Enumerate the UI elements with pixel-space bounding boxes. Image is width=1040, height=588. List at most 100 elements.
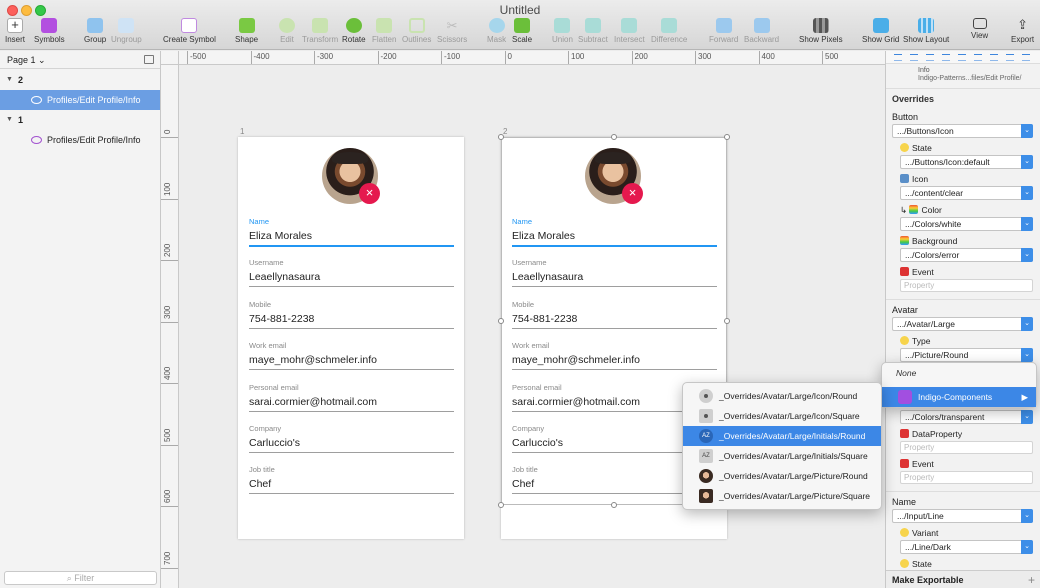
align-right-icon[interactable]	[926, 54, 934, 61]
align-top-icon[interactable]	[958, 54, 966, 61]
event-property-input[interactable]: Property	[900, 471, 1033, 484]
layer-symbol-instance[interactable]: Profiles/Edit Profile/Info	[0, 130, 160, 150]
form-field[interactable]: Job title Chef	[249, 465, 454, 495]
intersect-button[interactable]: Intersect	[614, 18, 645, 44]
menu-item-icon-square[interactable]: _Overrides/Avatar/Large/Icon/Square	[683, 406, 881, 426]
type-select[interactable]: .../Picture/Round ⌄	[900, 348, 1033, 362]
form-field[interactable]: Work email maye_mohr@schmeler.info	[512, 341, 717, 371]
page-selector[interactable]: Page 1 ⌄	[0, 51, 160, 69]
layer-filter-input[interactable]: ⌕ Filter	[4, 571, 157, 585]
disclosure-triangle-icon[interactable]: ▼	[6, 70, 13, 90]
horizontal-ruler[interactable]: -500-400-300-200-1000100200300400500600	[179, 51, 885, 65]
resize-handle[interactable]	[724, 134, 730, 140]
menu-item-picture-round[interactable]: _Overrides/Avatar/Large/Picture/Round	[683, 466, 881, 486]
field-value[interactable]: sarai.cormier@hotmail.com	[249, 394, 454, 411]
resize-handle[interactable]	[498, 502, 504, 508]
align-bottom-icon[interactable]	[990, 54, 998, 61]
layer-artboard-1[interactable]: ▼ 1	[0, 110, 160, 130]
backward-button[interactable]: Backward	[744, 18, 779, 44]
menu-item-icon-round[interactable]: _Overrides/Avatar/Large/Icon/Round	[683, 386, 881, 406]
field-value[interactable]: maye_mohr@schmeler.info	[512, 352, 717, 369]
show-grid-button[interactable]: Show Grid	[862, 18, 899, 44]
resize-handle[interactable]	[498, 318, 504, 324]
page-list-toggle-icon[interactable]	[144, 55, 154, 64]
ruler-lock-icon[interactable]	[161, 51, 179, 65]
ungroup-button[interactable]: Ungroup	[111, 18, 142, 44]
transform-button[interactable]: Transform	[302, 18, 338, 44]
state-select[interactable]: .../Buttons/Icon:default ⌄	[900, 155, 1033, 169]
clear-icon[interactable]: ×	[622, 183, 643, 204]
field-value[interactable]: 754-881-2238	[249, 311, 454, 328]
artboard[interactable]: × Name Eliza Morales Username Leaellynasaur…	[238, 137, 464, 539]
form-field[interactable]: Personal email sarai.cormier@hotmail.com	[249, 383, 454, 412]
layer-artboard-2[interactable]: ▼ 2	[0, 70, 160, 90]
align-center-icon[interactable]	[910, 54, 918, 61]
layer-symbol-instance[interactable]: Profiles/Edit Profile/Info	[0, 90, 160, 110]
show-layout-button[interactable]: Show Layout	[903, 18, 949, 44]
resize-handle[interactable]	[611, 502, 617, 508]
resize-handle[interactable]	[724, 318, 730, 324]
avatar-background-select[interactable]: .../Colors/transparent ⌄	[900, 410, 1033, 424]
field-value[interactable]: Carluccio's	[249, 435, 454, 452]
name-symbol-select[interactable]: .../Input/Line ⌄	[892, 509, 1033, 523]
icon-select[interactable]: .../content/clear ⌄	[900, 186, 1033, 200]
rotate-button[interactable]: Rotate	[342, 18, 366, 44]
edit-button[interactable]: Edit	[279, 18, 295, 44]
export-button[interactable]: ⇪ Export	[1011, 18, 1034, 45]
avatar-symbol-select[interactable]: .../Avatar/Large ⌄	[892, 317, 1033, 331]
add-export-icon[interactable]: +	[1028, 573, 1035, 587]
make-exportable-section[interactable]: Make Exportable +	[886, 570, 1040, 588]
menu-item-initials-square[interactable]: AZ _Overrides/Avatar/Large/Initials/Squar…	[683, 446, 881, 466]
form-field[interactable]: Name Eliza Morales	[512, 217, 717, 247]
variant-select[interactable]: .../Line/Dark ⌄	[900, 540, 1033, 554]
form-field[interactable]: Work email maye_mohr@schmeler.info	[249, 341, 454, 371]
scissors-button[interactable]: ✂ Scissors	[437, 18, 467, 44]
forward-button[interactable]: Forward	[709, 18, 738, 44]
distribute-horizontal-icon[interactable]	[942, 54, 950, 61]
flatten-button[interactable]: Flatten	[372, 18, 396, 44]
clear-icon[interactable]: ×	[359, 183, 380, 204]
difference-button[interactable]: Difference	[651, 18, 687, 44]
create-symbol-button[interactable]: Create Symbol	[163, 18, 216, 44]
form-field[interactable]: Username Leaellynasaura	[249, 258, 454, 288]
form-field[interactable]: Mobile 754-881-2238	[512, 300, 717, 329]
dataproperty-input[interactable]: Property	[900, 441, 1033, 454]
view-button[interactable]: View	[971, 18, 988, 40]
symbols-button[interactable]: Symbols	[34, 18, 65, 44]
form-field[interactable]: Mobile 754-881-2238	[249, 300, 454, 329]
field-value[interactable]: Leaellynasaura	[512, 269, 717, 286]
menu-item-picture-square[interactable]: _Overrides/Avatar/Large/Picture/Square	[683, 486, 881, 506]
field-value[interactable]: maye_mohr@schmeler.info	[249, 352, 454, 369]
field-value[interactable]: Eliza Morales	[512, 228, 717, 245]
menu-item-initials-round[interactable]: AZ _Overrides/Avatar/Large/Initials/Round	[683, 426, 881, 446]
align-baseline-icon[interactable]	[1022, 54, 1030, 61]
show-pixels-button[interactable]: Show Pixels	[799, 18, 843, 44]
button-symbol-select[interactable]: .../Buttons/Icon ⌄	[892, 124, 1033, 138]
form-field[interactable]: Company Carluccio's	[249, 424, 454, 453]
vertical-ruler[interactable]: 0 100 200 300 400 500 600 700	[161, 65, 179, 588]
mask-button[interactable]: Mask	[487, 18, 506, 44]
color-select[interactable]: .../Colors/white ⌄	[900, 217, 1033, 231]
align-middle-icon[interactable]	[974, 54, 982, 61]
insert-button[interactable]: + Insert	[5, 18, 25, 44]
menu-item-none[interactable]: None	[882, 363, 1036, 383]
subtract-button[interactable]: Subtract	[578, 18, 608, 44]
distribute-vertical-icon[interactable]	[1006, 54, 1014, 61]
field-value[interactable]: Eliza Morales	[249, 228, 454, 245]
field-value[interactable]: Leaellynasaura	[249, 269, 454, 286]
disclosure-triangle-icon[interactable]: ▼	[6, 110, 13, 130]
outlines-button[interactable]: Outlines	[402, 18, 431, 44]
align-left-icon[interactable]	[894, 54, 902, 61]
form-field[interactable]: Username Leaellynasaura	[512, 258, 717, 288]
field-value[interactable]: 754-881-2238	[512, 311, 717, 328]
background-select[interactable]: .../Colors/error ⌄	[900, 248, 1033, 262]
menu-item-library[interactable]: Indigo-Components ▶	[882, 387, 1036, 407]
scale-button[interactable]: Scale	[512, 18, 532, 44]
resize-handle[interactable]	[611, 134, 617, 140]
field-value[interactable]: Chef	[249, 476, 454, 493]
form-field[interactable]: Name Eliza Morales	[249, 217, 454, 247]
resize-handle[interactable]	[498, 134, 504, 140]
symbol-master-path[interactable]: Indigo-Patterns...files/Edit Profile/	[918, 75, 1022, 82]
event-property-input[interactable]: Property	[900, 279, 1033, 292]
union-button[interactable]: Union	[552, 18, 573, 44]
